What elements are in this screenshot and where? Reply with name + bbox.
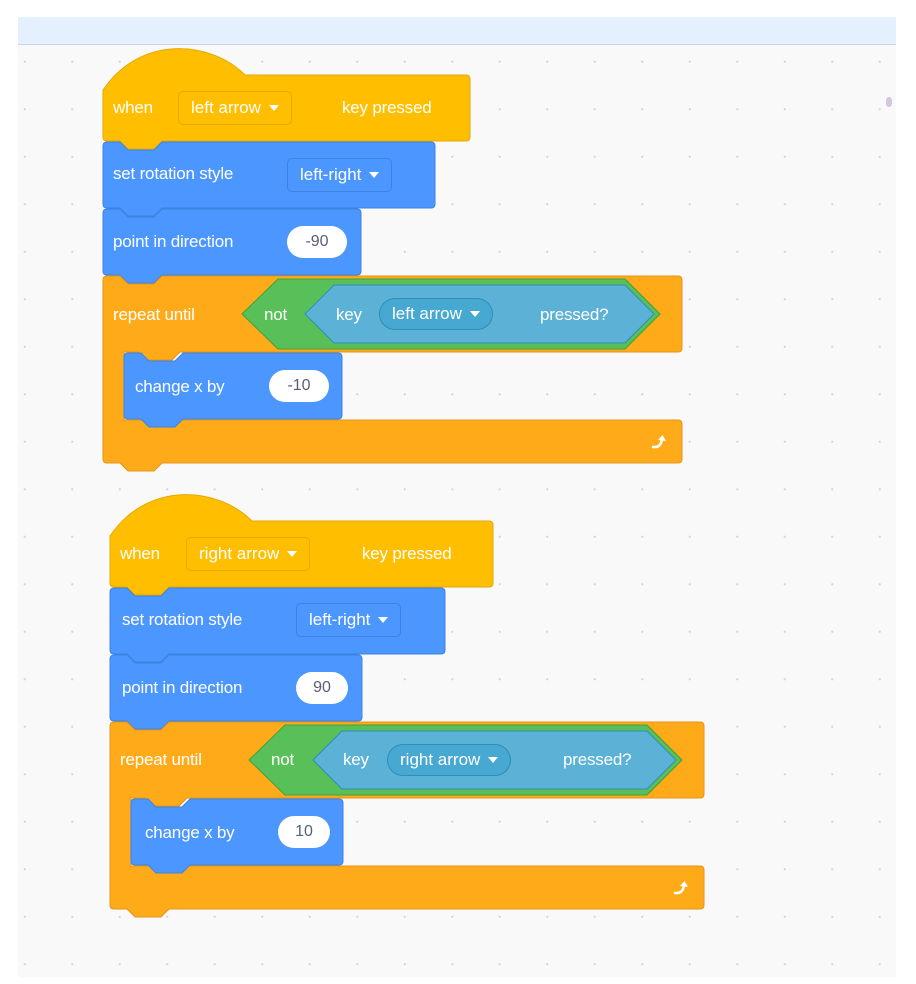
change-x-input[interactable]: 10 — [278, 816, 330, 848]
rotation-style-dropdown[interactable]: left-right — [287, 158, 393, 192]
change-x-label: change x by — [135, 377, 225, 396]
sensing-key-value: left arrow — [392, 304, 462, 323]
caret-down-icon — [469, 310, 480, 317]
loop-arrow-icon — [651, 435, 666, 449]
pressed-label: pressed? — [563, 750, 632, 769]
direction-input[interactable]: 90 — [296, 672, 348, 704]
sensing-key-dropdown[interactable]: left arrow — [379, 298, 493, 330]
hat-when-label: when — [113, 98, 153, 117]
not-label: not — [264, 305, 288, 324]
loop-arrow-icon — [673, 881, 688, 895]
rotation-label: set rotation style — [113, 164, 234, 183]
caret-down-icon — [378, 616, 389, 623]
key-dropdown-value: right arrow — [199, 544, 280, 563]
key-label: key — [343, 750, 369, 769]
key-dropdown-value: left arrow — [191, 98, 261, 117]
hat-when-label: when — [120, 544, 160, 563]
sensing-key-value: right arrow — [400, 750, 481, 769]
caret-down-icon — [488, 756, 499, 763]
point-label: point in direction — [113, 232, 234, 251]
change-x-label: change x by — [145, 823, 235, 842]
rotation-style-dropdown[interactable]: left-right — [296, 603, 402, 637]
rotation-label: set rotation style — [122, 610, 243, 629]
hat-key-pressed-label: key pressed — [342, 98, 432, 117]
repeat-until-label: repeat until — [120, 750, 202, 769]
point-label: point in direction — [122, 678, 243, 697]
direction-input[interactable]: -90 — [287, 226, 347, 258]
change-x-input[interactable]: -10 — [269, 370, 329, 402]
caret-down-icon — [268, 104, 279, 111]
block-shapes — [102, 48, 705, 918]
repeat-until-label: repeat until — [113, 305, 195, 324]
pressed-label: pressed? — [540, 305, 609, 324]
hat-key-pressed-label: key pressed — [362, 544, 452, 563]
not-label: not — [271, 750, 295, 769]
rotation-style-value: left-right — [300, 165, 362, 184]
key-dropdown[interactable]: right arrow — [186, 537, 311, 571]
key-dropdown[interactable]: left arrow — [178, 91, 292, 125]
caret-down-icon — [369, 171, 380, 178]
caret-down-icon — [287, 550, 298, 557]
rotation-style-value: left-right — [309, 610, 371, 629]
sensing-key-dropdown[interactable]: right arrow — [387, 744, 512, 776]
key-label: key — [336, 305, 362, 324]
